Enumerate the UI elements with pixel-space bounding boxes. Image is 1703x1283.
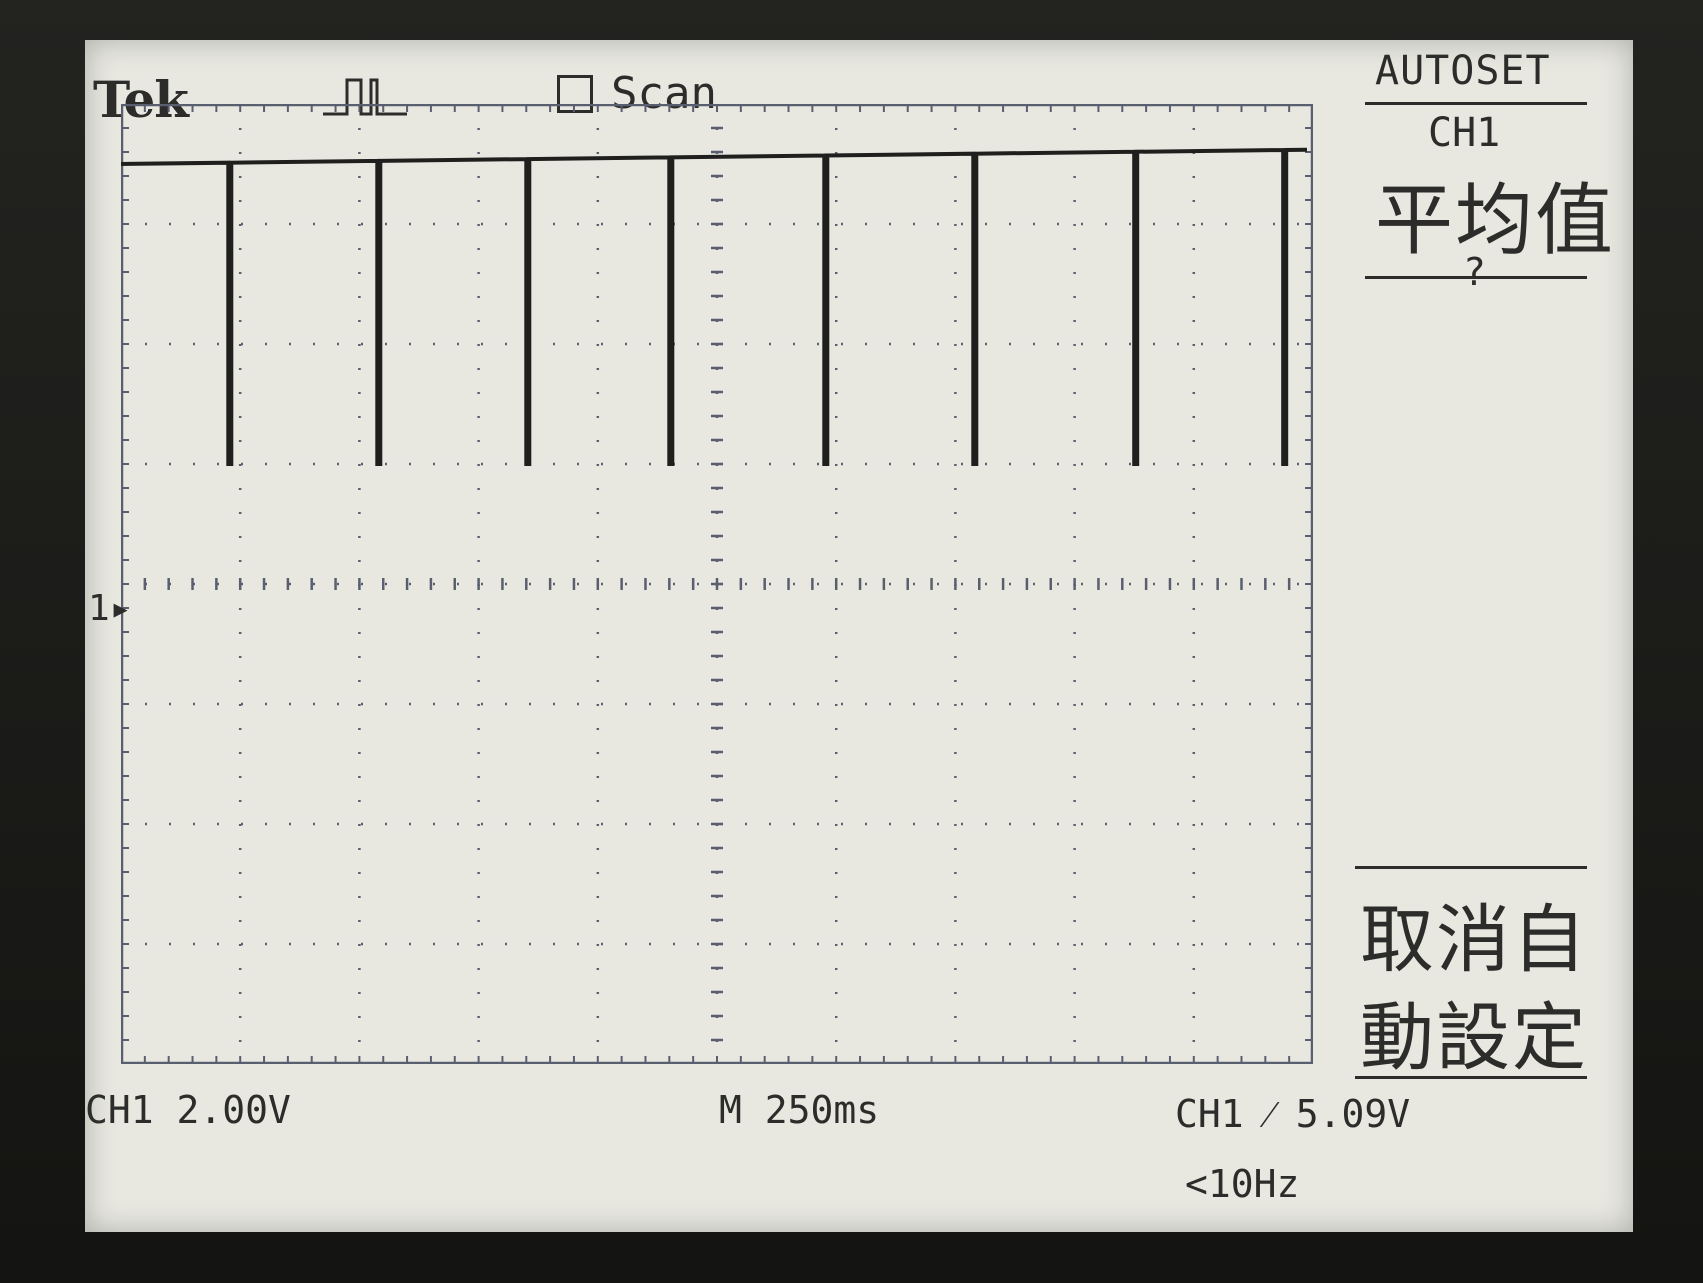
oscilloscope-screen: Tek Scan 1▸ AUTOSET CH1 平均值 ? 取消自 動設定 CH… (85, 40, 1633, 1232)
trigger-readout: CH1 ⁄ 5.09V (1175, 1092, 1411, 1136)
waveform-display (121, 104, 1313, 1064)
cancel-autoset-line1: 取消自 (1360, 897, 1588, 983)
ch1-volts-per-div: CH1 2.00V (85, 1088, 291, 1132)
ch1-ground-marker: 1▸ (88, 588, 132, 629)
cancel-autoset-line2: 動設定 (1360, 995, 1588, 1081)
menu-divider (1355, 1076, 1587, 1079)
menu-title-autoset: AUTOSET (1375, 48, 1551, 94)
menu-measurement-label: 平均值 (1375, 176, 1616, 266)
ch1-ground-label: 1 (88, 588, 110, 629)
menu-measurement-value: ? (1463, 250, 1486, 294)
menu-divider (1365, 276, 1587, 279)
timebase-readout: M 250ms (719, 1088, 880, 1132)
menu-channel-label: CH1 (1428, 110, 1501, 156)
menu-divider (1355, 866, 1587, 869)
frequency-readout: <10Hz (1185, 1162, 1300, 1206)
menu-divider (1365, 102, 1587, 105)
